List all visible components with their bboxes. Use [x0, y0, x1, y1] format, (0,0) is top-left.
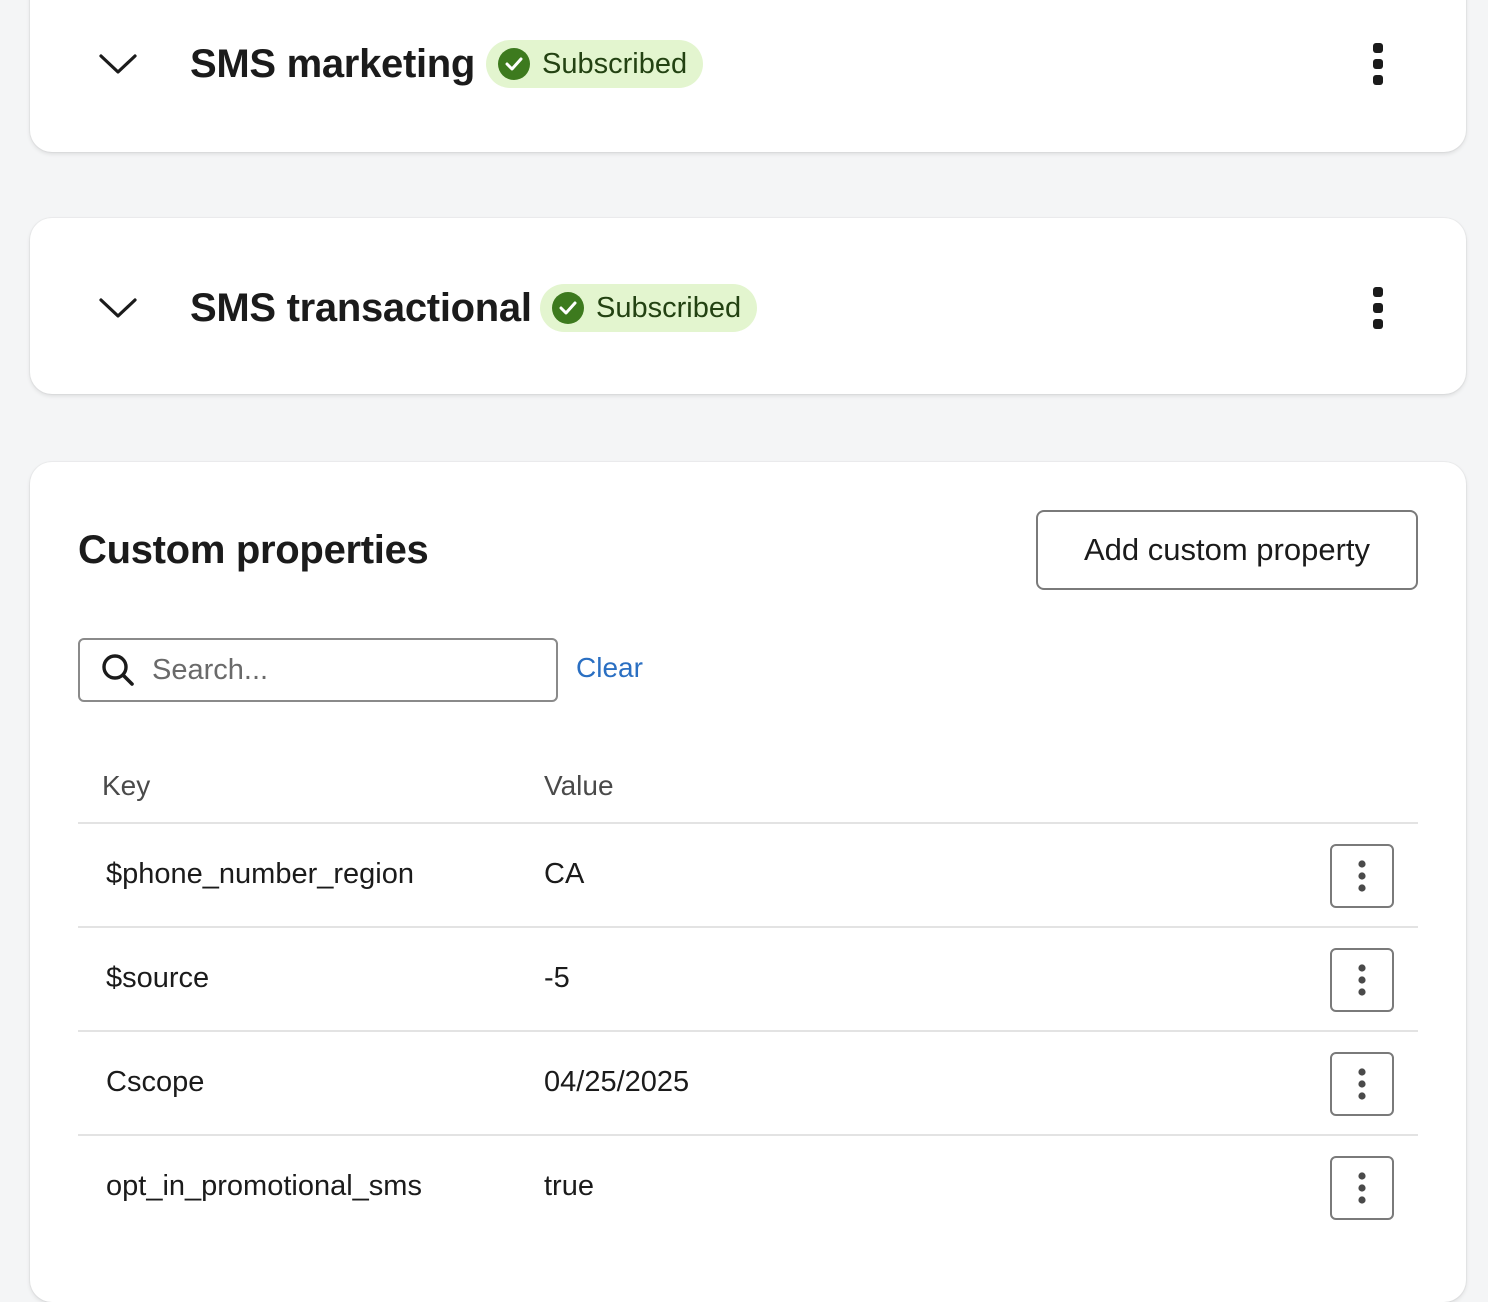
chevron-down-icon[interactable]	[98, 44, 138, 84]
kebab-menu-icon	[1358, 964, 1366, 996]
property-key: opt_in_promotional_sms	[106, 1170, 422, 1202]
row-options-button[interactable]	[1330, 844, 1394, 908]
row-options-button[interactable]	[1330, 948, 1394, 1012]
property-value: CA	[544, 858, 585, 890]
kebab-menu-icon	[1373, 43, 1383, 85]
table-header: Key Value	[78, 752, 1418, 824]
check-circle-icon	[552, 292, 584, 324]
channel-title: SMS marketing	[190, 41, 476, 86]
column-header-key: Key	[102, 770, 151, 801]
column-header-value: Value	[544, 770, 614, 801]
status-label: Subscribed	[596, 291, 742, 324]
clear-link[interactable]: Clear	[576, 652, 643, 684]
section-title: Custom properties	[78, 528, 429, 572]
search-icon	[100, 652, 136, 688]
kebab-menu-icon	[1373, 287, 1383, 329]
property-key: $source	[106, 962, 210, 994]
kebab-menu-icon	[1358, 1068, 1366, 1100]
kebab-menu-icon	[1358, 860, 1366, 892]
add-custom-property-button[interactable]: Add custom property	[1036, 510, 1418, 590]
status-badge: Subscribed	[486, 40, 704, 88]
search-field[interactable]	[78, 638, 558, 702]
search-input[interactable]	[152, 653, 532, 687]
kebab-menu-icon	[1358, 1172, 1366, 1204]
sms-marketing-header[interactable]: SMS marketing Subscribed	[30, 32, 1466, 96]
table-row: Cscope 04/25/2025	[78, 1032, 1418, 1136]
table-row: opt_in_promotional_sms true	[78, 1136, 1418, 1240]
row-options-button[interactable]	[1330, 1052, 1394, 1116]
more-options-button[interactable]	[1360, 39, 1396, 89]
property-value: true	[544, 1170, 594, 1202]
custom-properties-card: Custom properties Add custom property Cl…	[30, 462, 1466, 1302]
row-options-button[interactable]	[1330, 1156, 1394, 1220]
status-label: Subscribed	[542, 47, 688, 80]
properties-table: Key Value $phone_number_region CA $sourc…	[78, 752, 1418, 1240]
sms-marketing-card: SMS marketing Subscribed	[30, 0, 1466, 152]
table-row: $source -5	[78, 928, 1418, 1032]
property-key: Cscope	[106, 1066, 205, 1098]
property-key: $phone_number_region	[106, 858, 414, 890]
sms-transactional-card: SMS transactional Subscribed	[30, 218, 1466, 394]
table-row: $phone_number_region CA	[78, 824, 1418, 928]
more-options-button[interactable]	[1360, 283, 1396, 333]
sms-transactional-header[interactable]: SMS transactional Subscribed	[30, 276, 1466, 340]
property-value: -5	[544, 962, 570, 994]
status-badge: Subscribed	[540, 284, 758, 332]
property-value: 04/25/2025	[544, 1066, 690, 1098]
check-circle-icon	[498, 48, 530, 80]
channel-title: SMS transactional	[190, 285, 532, 330]
chevron-down-icon[interactable]	[98, 288, 138, 328]
